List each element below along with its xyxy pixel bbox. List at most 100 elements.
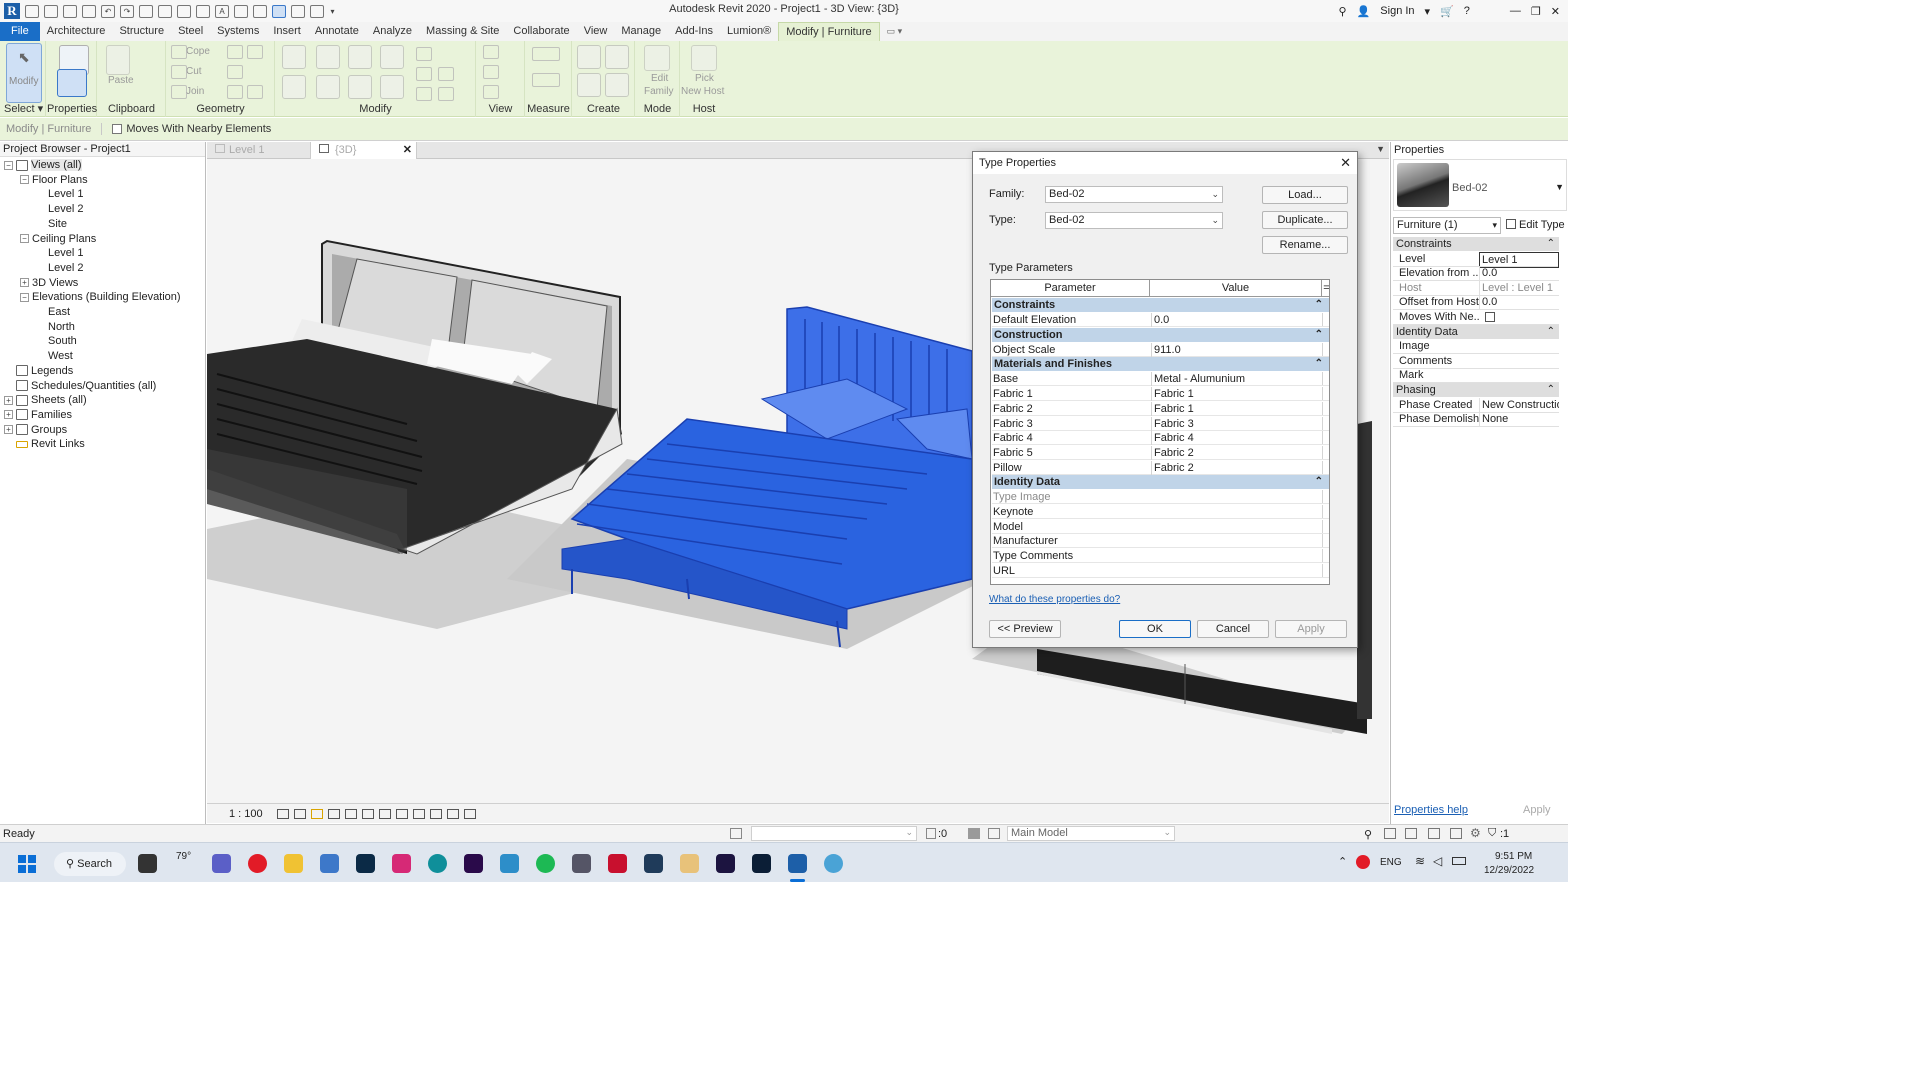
property-row[interactable]: Offset from Host 0.0	[1393, 295, 1559, 311]
tree-item[interactable]: − Views (all)	[4, 158, 82, 172]
type-select[interactable]: Bed-02 ⌄	[1045, 212, 1223, 229]
parameter-value[interactable]: Fabric 4	[1151, 431, 1321, 446]
paste-label[interactable]: Paste	[108, 75, 134, 86]
battery-icon[interactable]	[1452, 857, 1466, 865]
weather-widget[interactable]: 79°	[176, 851, 191, 862]
text-icon[interactable]: A	[215, 4, 229, 18]
expand-icon[interactable]: +	[4, 425, 13, 435]
property-group-header[interactable]: Identity Data ⌃	[1393, 324, 1559, 339]
property-row[interactable]: Elevation from ... 0.0	[1393, 266, 1559, 282]
host-panel-label[interactable]: Host	[681, 103, 727, 115]
parameter-row[interactable]: Model	[992, 519, 1329, 534]
scale-icon[interactable]	[416, 87, 432, 101]
formula-cell[interactable]	[1322, 342, 1329, 356]
parameter-row[interactable]: Default Elevation 0.0	[992, 313, 1329, 327]
tab-structure[interactable]: Structure	[112, 22, 171, 41]
shadows-icon[interactable]	[327, 808, 340, 819]
properties-apply-button[interactable]: Apply	[1523, 804, 1551, 816]
parameter-value[interactable]: Metal - Alumunium	[1151, 372, 1321, 387]
active-workset-select[interactable]: ⌄	[751, 826, 917, 841]
worksets-icon[interactable]	[730, 828, 742, 839]
select-pinned-icon[interactable]	[1405, 828, 1417, 839]
customize-qat-icon[interactable]: ▾	[329, 5, 336, 18]
property-value[interactable]: 0.0	[1479, 266, 1559, 281]
revit-taskbar-icon[interactable]	[788, 854, 807, 873]
parameter-value[interactable]: Fabric 1	[1151, 401, 1321, 416]
create-panel-label[interactable]: Create	[573, 103, 634, 115]
tree-item[interactable]: − Floor Plans	[20, 173, 88, 187]
formula-cell[interactable]	[1322, 519, 1329, 533]
parameter-row[interactable]: URL	[992, 563, 1329, 578]
parameter-value[interactable]: Fabric 3	[1151, 416, 1321, 431]
parameter-row[interactable]: Fabric 5 Fabric 2	[992, 445, 1329, 460]
help-link[interactable]: What do these properties do?	[989, 594, 1120, 605]
show-crop-icon[interactable]	[361, 808, 374, 819]
design-options-icon[interactable]	[988, 828, 1000, 839]
property-value[interactable]: New Construction	[1479, 397, 1559, 412]
chat-icon[interactable]	[212, 854, 231, 873]
value-column-header[interactable]: Value	[1150, 280, 1322, 297]
collapse-group-icon[interactable]: ⌃	[1315, 298, 1323, 312]
close-hidden-windows-icon[interactable]	[291, 4, 305, 18]
edge-icon[interactable]	[428, 854, 447, 873]
clock-date[interactable]: 12/29/2022	[1484, 865, 1534, 876]
parameter-value[interactable]: 0.0	[1151, 313, 1321, 327]
tab-lumion[interactable]: Lumion®	[720, 22, 778, 41]
parameter-row[interactable]: Manufacturer	[992, 534, 1329, 549]
property-row[interactable]: Phase Created New Construction	[1393, 397, 1559, 413]
create-assembly-icon[interactable]	[577, 73, 601, 97]
filter-icon[interactable]: ⛉	[1488, 827, 1496, 840]
app-icon[interactable]	[500, 854, 519, 873]
parameter-row[interactable]: Keynote	[992, 505, 1329, 519]
modify-button[interactable]: ⬉ Modify	[6, 43, 42, 103]
parameter-row[interactable]: Object Scale 911.0	[992, 342, 1329, 357]
default-3d-view-icon[interactable]	[234, 4, 248, 18]
exclude-options-icon[interactable]	[968, 828, 980, 839]
tree-item[interactable]: Revit Links	[4, 437, 85, 451]
delete-icon[interactable]	[438, 87, 454, 101]
parameter-value[interactable]: Fabric 1	[1151, 387, 1321, 402]
tab-massing-site[interactable]: Massing & Site	[419, 22, 506, 41]
paste-icon[interactable]	[106, 45, 130, 75]
volume-icon[interactable]: ◁	[1433, 854, 1442, 868]
formula-cell[interactable]	[1322, 387, 1329, 401]
property-row[interactable]: Comments	[1393, 354, 1559, 369]
parameter-row[interactable]: Fabric 2 Fabric 1	[992, 401, 1329, 416]
aligned-dimension-icon[interactable]	[177, 4, 191, 18]
create-similar-icon[interactable]	[605, 73, 629, 97]
rotate-icon[interactable]	[348, 75, 372, 99]
remove-paint-icon[interactable]	[247, 85, 263, 99]
formula-cell[interactable]	[1322, 549, 1329, 563]
collapse-group-icon[interactable]: ⌃	[1315, 475, 1323, 489]
autocad-icon[interactable]	[608, 854, 627, 873]
tree-item[interactable]: West	[36, 349, 73, 363]
tree-item[interactable]: Level 2	[36, 261, 83, 275]
property-value[interactable]: Level 1	[1479, 251, 1559, 268]
tree-item[interactable]: + Groups	[4, 423, 67, 437]
measure-icon[interactable]	[158, 4, 172, 18]
open-icon[interactable]	[25, 4, 39, 18]
tree-item[interactable]: − Ceiling Plans	[20, 232, 96, 246]
opera-icon[interactable]	[248, 854, 267, 873]
property-row[interactable]: Mark	[1393, 368, 1559, 384]
trim-extend-icon[interactable]	[380, 75, 404, 99]
modify-panel-label[interactable]: Modify	[276, 103, 475, 115]
tree-item[interactable]: East	[36, 305, 70, 319]
properties-button-icon[interactable]	[57, 69, 87, 97]
tree-item[interactable]: +3D Views	[20, 276, 78, 290]
parameter-value[interactable]: 911.0	[1151, 342, 1321, 357]
cut-icon[interactable]	[171, 65, 187, 79]
move-icon[interactable]	[282, 75, 306, 99]
parameter-group-header[interactable]: Construction ⌃	[992, 327, 1329, 342]
align-icon[interactable]	[282, 45, 306, 69]
tab-modify-furniture[interactable]: Modify | Furniture	[778, 22, 880, 41]
property-row[interactable]: Host Level : Level 1	[1393, 280, 1559, 296]
apply-button[interactable]: Apply	[1275, 620, 1347, 638]
measure-between-icon[interactable]	[532, 47, 560, 61]
tree-item[interactable]: North	[36, 320, 75, 334]
load-button[interactable]: Load...	[1262, 186, 1348, 204]
help-icon[interactable]: ?	[1464, 5, 1470, 17]
sync-icon[interactable]	[82, 4, 96, 18]
tab-steel[interactable]: Steel	[171, 22, 210, 41]
formula-cell[interactable]	[1322, 431, 1329, 445]
